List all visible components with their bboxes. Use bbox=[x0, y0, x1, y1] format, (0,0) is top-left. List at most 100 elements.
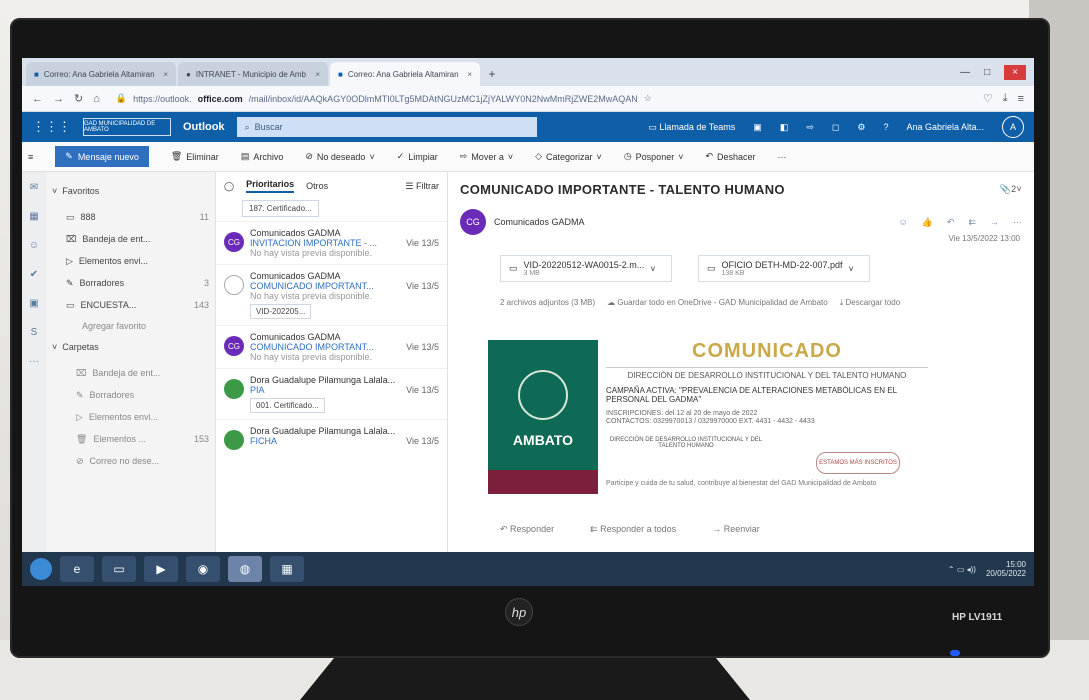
app-icon[interactable]: ▦ bbox=[270, 556, 304, 582]
ie-icon[interactable]: e bbox=[60, 556, 94, 582]
close-icon[interactable]: × bbox=[467, 70, 472, 79]
download-all-link[interactable]: ⤓ Descargar todo bbox=[840, 298, 900, 308]
org-logo[interactable]: GAD MUNICIPALIDAD DE AMBATO bbox=[83, 118, 171, 136]
minimize-icon[interactable]: — bbox=[960, 67, 970, 78]
select-all-checkbox[interactable]: ◯ bbox=[224, 181, 234, 192]
media-player-icon[interactable]: ▶ bbox=[144, 556, 178, 582]
move-to-button[interactable]: ⇨ Mover a ˅ bbox=[460, 151, 513, 162]
folder-item[interactable]: ✎ Borradores 3 bbox=[52, 272, 209, 294]
attachment-chip[interactable]: 001. Certificado... bbox=[250, 398, 325, 413]
user-name[interactable]: Ana Gabriela Alta... bbox=[906, 122, 984, 132]
back-icon[interactable]: ← bbox=[32, 93, 43, 105]
maximize-icon[interactable]: □ bbox=[984, 67, 990, 78]
file-explorer-icon[interactable]: ▭ bbox=[102, 556, 136, 582]
folder-item[interactable]: ▭ ENCUESTA... 143 bbox=[52, 294, 209, 316]
folder-item[interactable]: ▭ 888 11 bbox=[52, 206, 209, 228]
download-icon[interactable]: ⤓ bbox=[1003, 92, 1008, 105]
folder-item[interactable]: ⌧ Bandeja de ent... bbox=[52, 228, 209, 250]
categorize-button[interactable]: ◇ Categorizar ˅ bbox=[535, 151, 602, 162]
people-icon[interactable]: ☺ bbox=[29, 240, 39, 251]
more-icon[interactable]: ··· bbox=[1013, 217, 1022, 228]
attachment-chip[interactable]: VID-202205... bbox=[250, 304, 312, 319]
teams-icon[interactable]: ▣ bbox=[29, 298, 38, 309]
browser-tab-2[interactable]: ● INTRANET - Municipio de Amb × bbox=[178, 62, 328, 86]
avatar[interactable]: CG bbox=[460, 209, 486, 235]
forward-button[interactable]: → Reenviar bbox=[712, 524, 760, 535]
sweep-button[interactable]: ✓ Limpiar bbox=[397, 151, 438, 162]
share-icon[interactable]: ⇨ bbox=[806, 122, 814, 133]
forward-icon[interactable]: → bbox=[990, 217, 999, 228]
delete-button[interactable]: 🗑 Eliminar bbox=[171, 151, 219, 162]
teams-icon[interactable]: ▣ bbox=[753, 122, 762, 133]
folder-item[interactable]: ▷ Elementos envi... bbox=[52, 406, 209, 428]
reply-all-icon[interactable]: ⇇ bbox=[968, 217, 976, 228]
list-item[interactable]: CG Comunicados GADMA INVITACION IMPORTANTE… bbox=[216, 221, 447, 264]
close-window-icon[interactable]: × bbox=[1004, 64, 1026, 80]
url-field[interactable]: 🔒 https://outlook. office.com/mail/inbox/… bbox=[110, 90, 973, 108]
list-item[interactable]: Dora Guadalupe Pilamunga Lalala... PIA Vie… bbox=[216, 368, 447, 419]
new-message-button[interactable]: ✎ Mensaje nuevo bbox=[55, 146, 149, 167]
new-tab-button[interactable]: + bbox=[482, 62, 502, 86]
home-icon[interactable]: ⌂ bbox=[93, 93, 100, 105]
like-icon[interactable]: 👍 bbox=[922, 217, 933, 228]
chevron-down-icon[interactable]: ˅ bbox=[849, 264, 854, 274]
reply-icon[interactable]: ↶ bbox=[947, 217, 955, 228]
folder-item[interactable]: ⌧ Bandeja de ent... bbox=[52, 362, 209, 384]
todo-icon[interactable]: ✔ bbox=[30, 269, 38, 280]
browser-tab-1[interactable]: ■ Correo: Ana Gabriela Altamiran × bbox=[26, 62, 176, 86]
mail-icon[interactable]: ✉ bbox=[30, 182, 38, 193]
hamburger-icon[interactable]: ≡ bbox=[28, 152, 33, 162]
snooze-button[interactable]: ◷ Posponer ˅ bbox=[624, 151, 684, 162]
firefox-icon[interactable]: ◍ bbox=[228, 556, 262, 582]
browser-tab-3[interactable]: ■ Correo: Ana Gabriela Altamiran × bbox=[330, 62, 480, 86]
start-button[interactable] bbox=[30, 558, 52, 580]
notifications-icon[interactable]: ◻ bbox=[832, 122, 839, 133]
junk-button[interactable]: ⊘ No deseado ˅ bbox=[305, 151, 374, 162]
more-apps-icon[interactable]: ··· bbox=[29, 356, 39, 367]
calendar-icon[interactable]: ▦ bbox=[29, 211, 38, 222]
save-onedrive-link[interactable]: ☁ Guardar todo en OneDrive - GAD Municip… bbox=[607, 298, 828, 308]
reply-button[interactable]: ↶ Responder bbox=[500, 524, 554, 535]
attachment-card[interactable]: ▭ OFICIO DETH-MD-22-007.pdf 138 KB ˅ bbox=[698, 255, 870, 282]
list-item[interactable]: Dora Guadalupe Pilamunga Lalala... FICHA V… bbox=[216, 419, 447, 456]
archive-button[interactable]: ▤ Archivo bbox=[241, 151, 284, 162]
search-input[interactable]: ⌕ Buscar bbox=[236, 117, 537, 137]
reload-icon[interactable]: ↻ bbox=[74, 92, 83, 105]
close-icon[interactable]: × bbox=[315, 70, 320, 79]
folder-item[interactable]: 🗑 Elementos ... 153 bbox=[52, 428, 209, 450]
menu-icon[interactable]: ≡ bbox=[1018, 93, 1024, 105]
reply-all-button[interactable]: ⇇ Responder a todos bbox=[590, 524, 676, 535]
bookmark-star-icon[interactable]: ☆ bbox=[644, 93, 652, 104]
settings-gear-icon[interactable]: ⚙ bbox=[857, 122, 865, 133]
tray-icons[interactable]: ⌃ ▭ ◂)) bbox=[948, 565, 976, 574]
app-name[interactable]: Outlook bbox=[183, 121, 225, 133]
emoji-icon[interactable]: ☺ bbox=[898, 217, 907, 228]
chevron-down-icon[interactable]: ˅ bbox=[650, 264, 655, 274]
chrome-icon[interactable]: ◉ bbox=[186, 556, 220, 582]
favorites-header[interactable]: ˅ Favoritos bbox=[52, 186, 209, 196]
undo-button[interactable]: ↶ Deshacer bbox=[705, 151, 755, 162]
teams-call-button[interactable]: ▭ Llamada de Teams bbox=[648, 122, 735, 133]
app-launcher-icon[interactable]: ⋮⋮⋮ bbox=[32, 119, 71, 135]
more-icon[interactable]: ··· bbox=[778, 152, 787, 162]
close-icon[interactable]: × bbox=[163, 70, 168, 79]
tab-focused[interactable]: Prioritarios bbox=[246, 179, 295, 193]
attachment-card[interactable]: ▭ VID-20220512-WA0015-2.m... 3 MB ˅ bbox=[500, 255, 672, 282]
folder-item[interactable]: ▷ Elementos envi... bbox=[52, 250, 209, 272]
sender-name[interactable]: Comunicados GADMA bbox=[494, 217, 585, 227]
list-item[interactable]: CG Comunicados GADMA COMUNICADO IMPORTANT.… bbox=[216, 325, 447, 368]
folder-item[interactable]: ⊘ Correo no dese... bbox=[52, 450, 209, 472]
add-favorite-link[interactable]: Agregar favorito bbox=[52, 316, 209, 336]
avatar[interactable]: A bbox=[1002, 116, 1024, 138]
attachment-chip[interactable]: 187. Certificado... bbox=[242, 200, 319, 217]
sharepoint-icon[interactable]: S bbox=[31, 327, 38, 338]
list-item[interactable]: Comunicados GADMA COMUNICADO IMPORTANT...… bbox=[216, 264, 447, 325]
filter-button[interactable]: ☰ Filtrar bbox=[405, 181, 439, 192]
tab-other[interactable]: Otros bbox=[306, 181, 328, 191]
thread-count[interactable]: 📎2˅ bbox=[1000, 184, 1022, 195]
folders-header[interactable]: ˅ Carpetas bbox=[52, 342, 209, 352]
clock[interactable]: 15:00 20/05/2022 bbox=[986, 560, 1026, 578]
help-icon[interactable]: ? bbox=[883, 122, 888, 132]
onenote-icon[interactable]: ◧ bbox=[780, 122, 789, 133]
forward-icon[interactable]: → bbox=[53, 93, 64, 105]
